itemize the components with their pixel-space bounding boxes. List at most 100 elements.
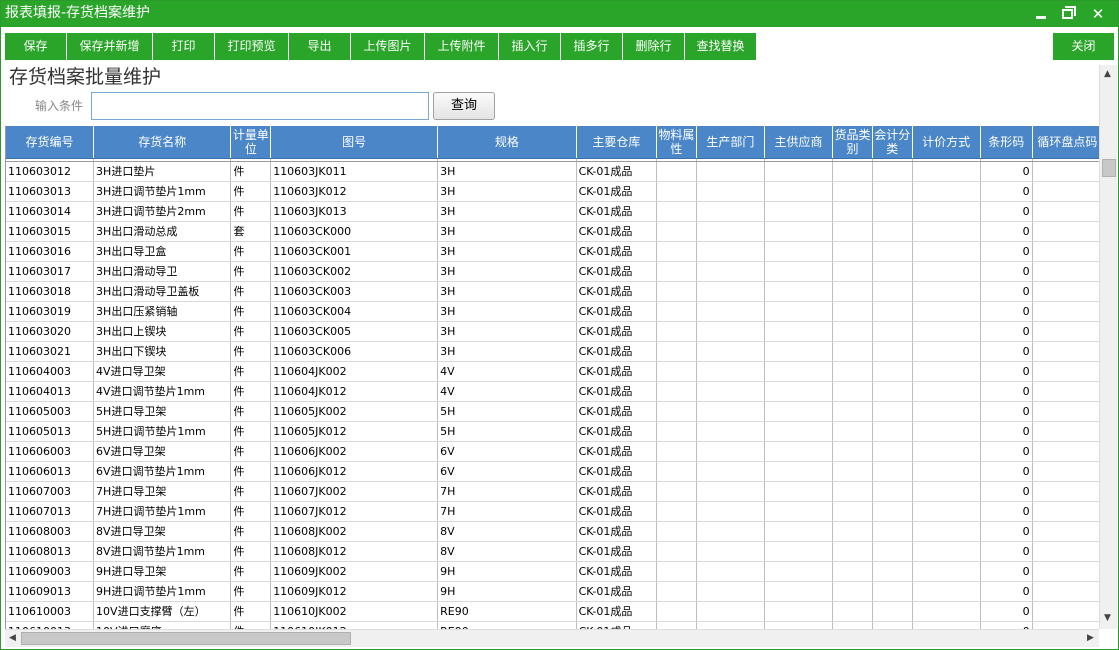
cell-pricing-method[interactable] <box>912 421 981 442</box>
cell-cycle-count-code[interactable] <box>1032 481 1099 502</box>
table-row[interactable]: 110603017 3H出口滑动导卫件 110603CK002 3H CK-01成品 0 <box>6 261 1099 282</box>
cell-drawing-no[interactable]: 110603JK013 <box>270 201 439 222</box>
cell-unit[interactable]: 件 <box>230 581 272 602</box>
cell-main-warehouse[interactable]: CK-01成品 <box>576 201 658 222</box>
table-row[interactable]: 110603020 3H出口上锲块件 110603CK005 3H CK-01成品 0 <box>6 321 1099 342</box>
table-row[interactable]: 110603015 3H出口滑动总成套 110603CK000 3H CK-01成品 0 <box>6 221 1099 242</box>
cell-goods-category[interactable] <box>832 601 873 622</box>
cell-account-category[interactable] <box>872 161 913 182</box>
cell-prod-dept[interactable] <box>696 161 765 182</box>
cell-prod-dept[interactable] <box>696 181 765 202</box>
cell-goods-category[interactable] <box>832 401 873 422</box>
cell-account-category[interactable] <box>872 481 913 502</box>
cell-cycle-count-code[interactable] <box>1032 581 1099 602</box>
cell-item-code[interactable]: 110603016 <box>6 241 95 262</box>
cell-account-category[interactable] <box>872 341 913 362</box>
cell-account-category[interactable] <box>872 181 913 202</box>
cell-main-supplier[interactable] <box>764 341 834 362</box>
column-header-prod-dept[interactable]: 生产部门 <box>696 126 765 159</box>
cell-item-code[interactable]: 110610013 <box>6 621 95 629</box>
table-row[interactable]: 110608013 8V进口调节垫片1mm 件 110608JK012 8V CK-01成… <box>6 541 1099 562</box>
cell-drawing-no[interactable]: 110607JK012 <box>270 501 439 522</box>
cell-prod-dept[interactable] <box>696 621 765 629</box>
cell-item-code[interactable]: 110605013 <box>6 421 95 442</box>
cell-unit[interactable]: 件 <box>230 481 272 502</box>
print-button[interactable]: 打印 <box>153 33 215 60</box>
cell-main-warehouse[interactable]: CK-01成品 <box>576 161 658 182</box>
cell-unit[interactable]: 件 <box>230 341 272 362</box>
scroll-up-icon[interactable]: ▲ <box>1104 69 1111 79</box>
cell-cycle-count-code[interactable] <box>1032 621 1099 629</box>
cell-item-name[interactable]: 3H出口压紧销轴 <box>93 301 232 322</box>
cell-main-supplier[interactable] <box>764 281 834 302</box>
cell-prod-dept[interactable] <box>696 541 765 562</box>
cell-cycle-count-code[interactable] <box>1032 461 1099 482</box>
cell-material-attr[interactable] <box>656 381 697 402</box>
cell-main-warehouse[interactable]: CK-01成品 <box>576 501 658 522</box>
cell-pricing-method[interactable] <box>912 501 981 522</box>
column-header-goods-category[interactable]: 货品类别 <box>832 126 873 159</box>
cell-cycle-count-code[interactable] <box>1032 341 1099 362</box>
cell-drawing-no[interactable]: 110610JK012 <box>270 621 439 629</box>
cell-spec[interactable]: 3H <box>437 261 577 282</box>
cell-prod-dept[interactable] <box>696 281 765 302</box>
table-row[interactable]: 110605003 5H进口导卫架件 110605JK002 5H CK-01成品 0 <box>6 401 1099 422</box>
cell-material-attr[interactable] <box>656 421 697 442</box>
cell-drawing-no[interactable]: 110604JK002 <box>270 361 439 382</box>
table-row[interactable]: 110607003 7H进口导卫架件 110607JK002 7H CK-01成品 0 <box>6 481 1099 502</box>
scroll-right-icon[interactable]: ▶ <box>1087 633 1094 643</box>
cell-prod-dept[interactable] <box>696 401 765 422</box>
cell-main-supplier[interactable] <box>764 301 834 322</box>
cell-material-attr[interactable] <box>656 161 697 182</box>
cell-unit[interactable]: 件 <box>230 601 272 622</box>
cell-unit[interactable]: 件 <box>230 541 272 562</box>
cell-cycle-count-code[interactable] <box>1032 541 1099 562</box>
cell-goods-category[interactable] <box>832 521 873 542</box>
cell-spec[interactable]: 3H <box>437 221 577 242</box>
cell-barcode[interactable]: 0 <box>980 461 1033 482</box>
table-row[interactable]: 110603018 3H出口滑动导卫盖板件 110603CK003 3H CK-01成品… <box>6 281 1099 302</box>
cell-unit[interactable]: 件 <box>230 281 272 302</box>
cell-material-attr[interactable] <box>656 541 697 562</box>
cell-item-name[interactable]: 3H出口导卫盒 <box>93 241 232 262</box>
cell-prod-dept[interactable] <box>696 461 765 482</box>
cell-account-category[interactable] <box>872 261 913 282</box>
cell-item-name[interactable]: 10V进口支撑臂（左） <box>93 601 232 622</box>
cell-item-name[interactable]: 6V进口调节垫片1mm <box>93 461 232 482</box>
cell-goods-category[interactable] <box>832 261 873 282</box>
cell-drawing-no[interactable]: 110603JK011 <box>270 161 439 182</box>
cell-goods-category[interactable] <box>832 361 873 382</box>
upload-image-button[interactable]: 上传图片 <box>351 33 425 60</box>
cell-drawing-no[interactable]: 110604JK012 <box>270 381 439 402</box>
cell-goods-category[interactable] <box>832 341 873 362</box>
cell-prod-dept[interactable] <box>696 241 765 262</box>
table-row[interactable]: 110606013 6V进口调节垫片1mm 件 110606JK012 6V CK-01成… <box>6 461 1099 482</box>
cell-prod-dept[interactable] <box>696 201 765 222</box>
cell-item-name[interactable]: 3H进口调节垫片1mm <box>93 181 232 202</box>
cell-item-name[interactable]: 9H进口调节垫片1mm <box>93 581 232 602</box>
table-row[interactable]: 110609003 9H进口导卫架件 110609JK002 9H CK-01成品 0 <box>6 561 1099 582</box>
cell-account-category[interactable] <box>872 441 913 462</box>
cell-barcode[interactable]: 0 <box>980 181 1033 202</box>
column-header-item-code[interactable]: 存货编号 <box>6 126 95 159</box>
cell-cycle-count-code[interactable] <box>1032 361 1099 382</box>
cell-goods-category[interactable] <box>832 421 873 442</box>
cell-main-warehouse[interactable]: CK-01成品 <box>576 421 658 442</box>
cell-spec[interactable]: 3H <box>437 241 577 262</box>
cell-main-warehouse[interactable]: CK-01成品 <box>576 601 658 622</box>
cell-cycle-count-code[interactable] <box>1032 561 1099 582</box>
cell-item-name[interactable]: 8V进口调节垫片1mm <box>93 541 232 562</box>
cell-item-name[interactable]: 3H进口调节垫片2mm <box>93 201 232 222</box>
cell-prod-dept[interactable] <box>696 521 765 542</box>
cell-pricing-method[interactable] <box>912 581 981 602</box>
cell-pricing-method[interactable] <box>912 441 981 462</box>
cell-main-supplier[interactable] <box>764 361 834 382</box>
table-row[interactable]: 11061001310V进口摩底件110610JK012RE90CK-01成品 0 <box>6 621 1099 629</box>
cell-pricing-method[interactable] <box>912 301 981 322</box>
table-row[interactable]: 110603016 3H出口导卫盒件 110603CK001 3H CK-01成品 0 <box>6 241 1099 262</box>
cell-barcode[interactable]: 0 <box>980 561 1033 582</box>
cell-item-name[interactable]: 3H出口上锲块 <box>93 321 232 342</box>
cell-pricing-method[interactable] <box>912 481 981 502</box>
cell-cycle-count-code[interactable] <box>1032 281 1099 302</box>
cell-main-supplier[interactable] <box>764 321 834 342</box>
